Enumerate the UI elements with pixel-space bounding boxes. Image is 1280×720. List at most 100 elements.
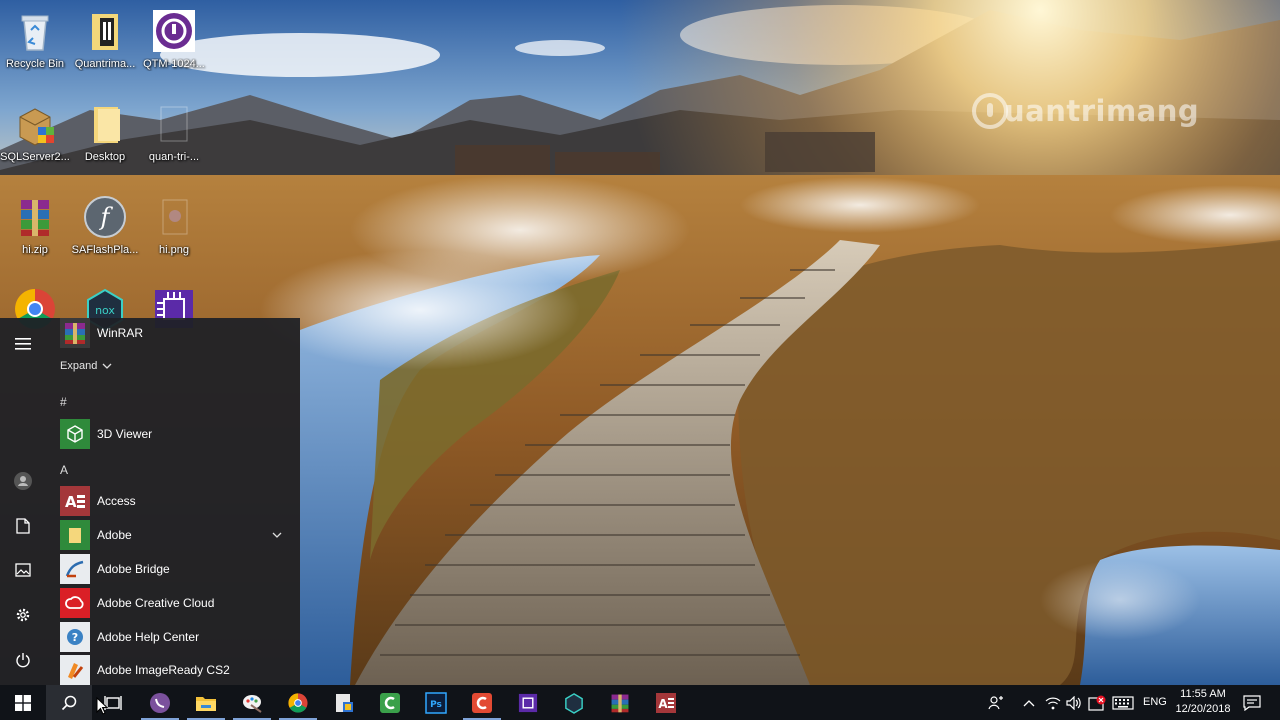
app-item-adobe-folder[interactable]: Adobe	[60, 520, 286, 550]
people-button[interactable]	[985, 685, 1007, 720]
flash-player-icon: f	[82, 194, 128, 240]
notification-icon	[1243, 694, 1261, 711]
watermark-text: uantrimang	[1004, 94, 1200, 128]
chip-app-button[interactable]	[505, 685, 551, 720]
start-menu: WinRAR Expand # 3D Viewer A A Access Ado…	[0, 318, 300, 685]
svg-text:Ps: Ps	[430, 700, 442, 710]
chevron-down-icon	[102, 363, 112, 369]
image-file-icon	[151, 101, 197, 147]
desktop-icon-recycle-bin[interactable]: Recycle Bin	[0, 8, 73, 71]
folder-icon	[82, 101, 128, 147]
nox-button[interactable]	[551, 685, 597, 720]
file-explorer-button[interactable]	[183, 685, 229, 720]
desktop-icon-quan-tri-image[interactable]: quan-tri-...	[136, 101, 212, 164]
expand-group-button[interactable]: Expand	[60, 360, 112, 372]
chrome-button[interactable]	[275, 685, 321, 720]
folder-icon	[60, 520, 90, 550]
user-account-button[interactable]	[0, 461, 46, 501]
desktop-icon-saflashplayer[interactable]: f SAFlashPla...	[67, 194, 143, 257]
recycle-bin-icon	[12, 8, 58, 54]
desktop-icon-qtm-logo[interactable]: QTM-1024...	[136, 8, 212, 71]
clock-button[interactable]: 11:55 AM 12/20/2018	[1166, 687, 1240, 717]
desktop-icon-label: hi.png	[159, 244, 189, 256]
group-header-hash[interactable]: #	[60, 395, 67, 409]
desktop-icon-label: Desktop	[84, 151, 126, 163]
photoshop-button[interactable]: Ps	[413, 685, 459, 720]
pictures-button[interactable]	[0, 550, 46, 590]
folder-icon	[82, 8, 128, 54]
3d-viewer-icon	[60, 419, 90, 449]
volume-button[interactable]	[1064, 685, 1084, 720]
touch-keyboard-button[interactable]	[1110, 685, 1136, 720]
installer-box-icon	[12, 101, 58, 147]
folder-icon	[196, 696, 216, 711]
camtasia-button[interactable]	[367, 685, 413, 720]
access-icon: A	[656, 692, 676, 713]
documents-button[interactable]	[0, 506, 46, 546]
access-icon: A	[60, 486, 90, 516]
network-button[interactable]	[1043, 685, 1063, 720]
paint-icon	[243, 694, 262, 713]
power-icon	[16, 653, 30, 668]
app-item-adobe-creative-cloud[interactable]: Adobe Creative Cloud	[60, 588, 286, 618]
app-item-label: WinRAR	[97, 326, 144, 340]
app-item-3d-viewer[interactable]: 3D Viewer	[60, 419, 286, 449]
adobe-bridge-icon	[60, 554, 90, 584]
chevron-down-icon[interactable]	[272, 531, 282, 539]
quantrimang-watermark: uantrimang	[972, 88, 1199, 134]
chevron-up-icon	[1023, 699, 1035, 706]
image-file-icon	[151, 194, 197, 240]
qtm-logo-icon	[151, 8, 197, 54]
start-button[interactable]	[0, 685, 46, 720]
app-item-access[interactable]: A Access	[60, 486, 286, 516]
action-center-button[interactable]	[1240, 685, 1264, 720]
quantrimang-logo-icon	[972, 93, 1008, 129]
app-item-adobe-bridge[interactable]: Adobe Bridge	[60, 554, 286, 584]
menu-toggle-button[interactable]	[0, 324, 46, 364]
clock-time: 11:55 AM	[1180, 688, 1226, 700]
search-icon	[61, 695, 77, 710]
user-icon	[14, 472, 32, 490]
imageready-icon	[60, 655, 90, 685]
hamburger-icon	[15, 338, 31, 350]
winrar-icon	[60, 318, 90, 348]
desktop-icon-desktop-folder[interactable]: Desktop	[67, 101, 143, 164]
installer-button[interactable]	[321, 685, 367, 720]
paint-button[interactable]	[229, 685, 275, 720]
chip-icon	[518, 693, 538, 712]
desktop-icon-label: Recycle Bin	[5, 58, 65, 70]
installer-icon	[336, 693, 353, 712]
search-button[interactable]	[46, 685, 92, 720]
security-alert-button[interactable]	[1086, 685, 1108, 720]
speaker-icon	[1066, 695, 1081, 710]
start-app-list: WinRAR Expand # 3D Viewer A A Access Ado…	[46, 318, 300, 685]
svg-text:A: A	[658, 697, 668, 711]
access-button[interactable]: A	[643, 685, 689, 720]
mouse-cursor-icon	[96, 697, 108, 715]
desktop-icon-quantrimang-folder[interactable]: Quantrima...	[67, 8, 143, 71]
input-language-indicator[interactable]: ENG	[1143, 696, 1167, 708]
desktop-icon-label: hi.zip	[22, 244, 48, 256]
viber-icon	[150, 692, 170, 713]
app-item-label: Adobe Bridge	[97, 562, 170, 576]
camtasia-recorder-button[interactable]	[459, 685, 505, 720]
desktop-icon-hi-png[interactable]: hi.png	[136, 194, 212, 257]
viber-button[interactable]	[137, 685, 183, 720]
settings-button[interactable]	[0, 595, 46, 635]
camtasia-icon	[380, 692, 400, 713]
winrar-button[interactable]	[597, 685, 643, 720]
desktop-icon-hi-zip[interactable]: hi.zip	[0, 194, 73, 257]
desktop-icon-label: QTM-1024...	[143, 58, 205, 70]
app-item-label: Adobe ImageReady CS2	[97, 663, 230, 677]
app-item-label: Access	[97, 494, 136, 508]
pictures-icon	[15, 563, 31, 577]
power-button[interactable]	[0, 640, 46, 680]
app-item-adobe-imageready[interactable]: Adobe ImageReady CS2	[60, 655, 286, 685]
group-header-a[interactable]: A	[60, 463, 68, 477]
svg-text:?: ?	[72, 631, 78, 644]
show-hidden-icons-button[interactable]	[1020, 685, 1038, 720]
app-item-winrar[interactable]: WinRAR	[60, 318, 286, 348]
app-item-adobe-help-center[interactable]: ? Adobe Help Center	[60, 622, 286, 652]
help-center-icon: ?	[60, 622, 90, 652]
desktop-icon-sqlserver[interactable]: SQLServer2...	[0, 101, 73, 164]
